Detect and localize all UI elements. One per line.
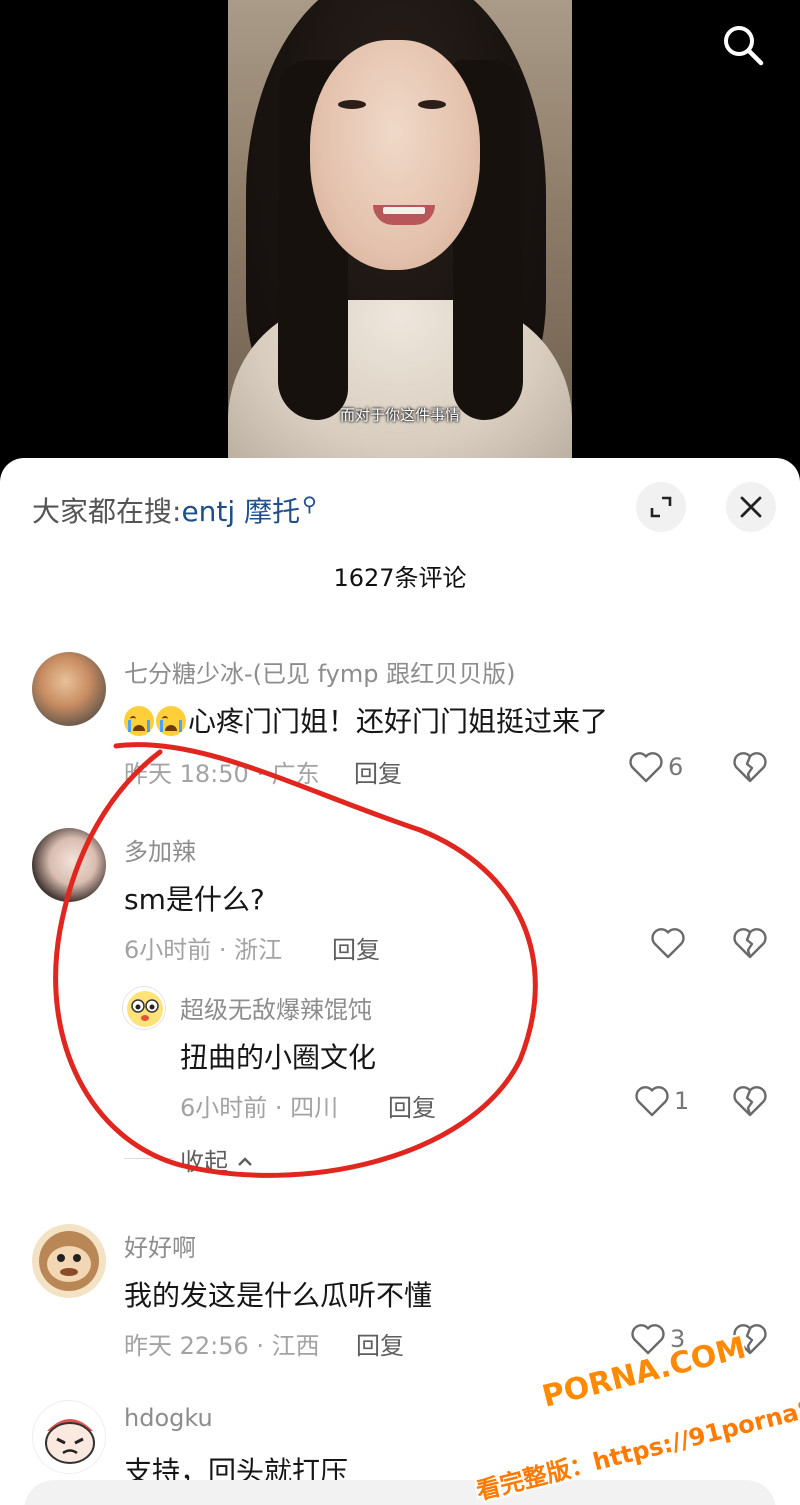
like-count: 1: [674, 1087, 690, 1115]
crying-emoji-icon: [124, 706, 154, 736]
video-player[interactable]: 而对于你这件事情: [0, 0, 800, 475]
avatar[interactable]: [122, 986, 166, 1030]
reply-button[interactable]: 回复: [354, 754, 402, 789]
video-subtitle: 而对于你这件事情: [339, 406, 460, 424]
cartoon-face-icon: [45, 1419, 95, 1464]
comment-input[interactable]: [24, 1480, 776, 1505]
collapse-replies-button[interactable]: 收起: [180, 1142, 254, 1177]
chevron-up-icon: [237, 1157, 252, 1166]
comment-username[interactable]: 好好啊: [124, 1228, 196, 1263]
heart-icon: [629, 752, 663, 783]
reply-username[interactable]: 超级无敌爆辣馄饨: [180, 990, 372, 1025]
cartoon-monkey-icon: [39, 1231, 99, 1291]
comment-text-body: 心疼门门姐！还好门门姐挺过来了: [188, 705, 609, 738]
cartoon-face-icon: [127, 991, 163, 1027]
search-suggestion[interactable]: 大家都在搜:entj 摩托 ⚲: [32, 490, 317, 530]
broken-heart-icon: [733, 928, 767, 959]
comment-meta: 6小时前 · 浙江: [124, 936, 283, 964]
video-person-eye: [338, 100, 366, 109]
like-count: 6: [668, 753, 684, 781]
comment-text: 我的发这是什么瓜听不懂: [124, 1279, 433, 1312]
heart-icon: [635, 1086, 669, 1117]
like-button[interactable]: 1: [634, 1084, 689, 1118]
close-button[interactable]: [726, 482, 776, 532]
video-person-face: [310, 40, 480, 270]
avatar[interactable]: [32, 1400, 106, 1474]
comment-text: 心疼门门姐！还好门门姐挺过来了: [124, 700, 608, 740]
comment-text: sm是什么?: [124, 883, 265, 916]
search-small-icon: ⚲: [302, 491, 317, 516]
video-person-eye: [418, 100, 446, 109]
reply-button[interactable]: 回复: [356, 1326, 404, 1361]
avatar[interactable]: [32, 652, 106, 726]
dislike-button[interactable]: [732, 750, 768, 788]
comment-meta: 昨天 18:50 · 广东: [124, 760, 320, 788]
reply-text: 扭曲的小圈文化: [180, 1041, 377, 1074]
expand-icon: [650, 496, 672, 518]
comment-meta: 昨天 22:56 · 江西: [124, 1332, 320, 1360]
search-button[interactable]: [718, 20, 766, 68]
collapse-divider: [124, 1158, 174, 1159]
close-icon: [740, 496, 762, 518]
broken-heart-icon: [733, 1086, 767, 1117]
reply-button[interactable]: 回复: [332, 930, 380, 965]
avatar[interactable]: [32, 828, 106, 902]
heart-icon: [651, 928, 685, 959]
comment-count: 1627条评论: [333, 564, 467, 592]
avatar[interactable]: [32, 1224, 106, 1298]
search-suggestion-prefix: 大家都在搜:: [32, 495, 182, 528]
dislike-button[interactable]: [732, 926, 768, 964]
broken-heart-icon: [733, 752, 767, 783]
expand-button[interactable]: [636, 482, 686, 532]
video-frame: 而对于你这件事情: [228, 0, 572, 458]
collapse-label: 收起: [180, 1148, 228, 1176]
crying-emoji-icon: [156, 706, 186, 736]
comment-username[interactable]: hdogku: [124, 1404, 213, 1432]
like-button[interactable]: 6: [628, 750, 683, 784]
comment-username[interactable]: 多加辣: [124, 832, 196, 867]
reply-button[interactable]: 回复: [388, 1088, 436, 1123]
like-button[interactable]: [650, 926, 690, 960]
dislike-button[interactable]: [732, 1084, 768, 1122]
reply-meta: 6小时前 · 四川: [180, 1094, 339, 1122]
search-suggestion-keyword[interactable]: entj 摩托: [181, 495, 300, 528]
comment-username[interactable]: 七分糖少冰-(已见 fymp 跟红贝贝版): [124, 654, 516, 689]
search-icon: [724, 26, 764, 66]
